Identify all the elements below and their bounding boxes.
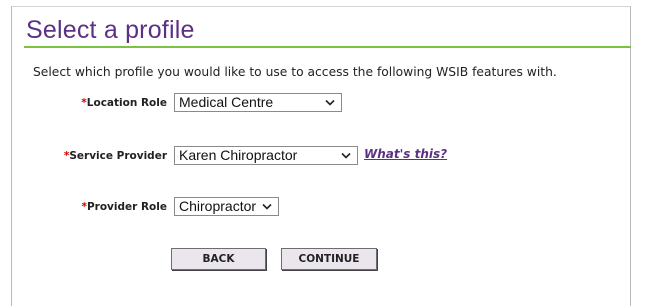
provider-role-value: Chiropractor (179, 198, 257, 214)
page-title: Select a profile (26, 16, 195, 44)
location-role-value: Medical Centre (179, 94, 274, 110)
provider-role-label: *Provider Role (81, 201, 167, 213)
continue-button[interactable]: CONTINUE (281, 248, 377, 270)
provider-role-select[interactable]: Chiropractor (174, 197, 279, 216)
location-role-label: *Location Role (81, 97, 167, 109)
whats-this-link[interactable]: What's this? (364, 147, 447, 161)
location-role-select[interactable]: Medical Centre (174, 93, 342, 112)
chevron-down-icon (325, 99, 335, 106)
service-provider-label: *Service Provider (64, 150, 167, 162)
back-button[interactable]: BACK (171, 248, 266, 270)
chevron-down-icon (341, 152, 351, 159)
title-divider (24, 46, 631, 48)
chevron-down-icon (262, 203, 272, 210)
service-provider-label-text: Service Provider (69, 150, 167, 162)
location-role-label-text: Location Role (86, 97, 167, 109)
provider-role-label-text: Provider Role (86, 201, 167, 213)
service-provider-value: Karen Chiropractor (179, 147, 298, 163)
intro-text: Select which profile you would like to u… (33, 65, 557, 79)
service-provider-select[interactable]: Karen Chiropractor (174, 146, 358, 165)
